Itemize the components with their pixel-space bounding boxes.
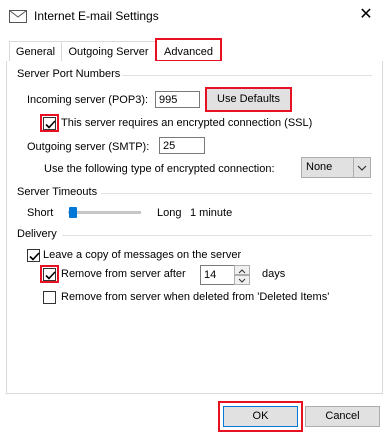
ssl-checkbox[interactable]	[43, 117, 56, 130]
chevron-down-icon	[238, 278, 246, 283]
checkmark-icon	[45, 271, 56, 280]
tab-general[interactable]: General	[9, 41, 62, 62]
timeout-long-label: Long	[157, 207, 182, 219]
remove-after-label: Remove from server after	[61, 268, 186, 280]
checkmark-icon	[45, 120, 56, 129]
encryption-type-label: Use the following type of encrypted conn…	[44, 163, 275, 175]
encryption-type-select[interactable]: None	[301, 157, 371, 178]
close-icon[interactable]: ✕	[351, 4, 381, 26]
use-defaults-button[interactable]: Use Defaults	[205, 87, 292, 112]
incoming-server-label: Incoming server (POP3):	[27, 94, 149, 106]
tab-outgoing-server[interactable]: Outgoing Server	[61, 41, 156, 62]
chevron-up-icon	[238, 269, 246, 274]
days-increase-button[interactable]	[234, 265, 250, 275]
remove-deleted-checkbox[interactable]	[43, 291, 56, 304]
advanced-panel	[6, 61, 383, 394]
outgoing-server-port-input[interactable]: 25	[159, 137, 205, 154]
incoming-server-port-input[interactable]: 995	[155, 91, 200, 108]
mail-icon	[9, 10, 27, 23]
server-timeouts-heading: Server Timeouts	[17, 186, 98, 198]
chevron-down-icon	[353, 158, 370, 177]
ssl-label: This server requires an encrypted connec…	[61, 117, 313, 129]
remove-after-checkbox[interactable]	[43, 268, 56, 281]
timeout-slider-track[interactable]	[68, 211, 141, 214]
days-label: days	[262, 268, 286, 280]
section-divider	[122, 75, 372, 76]
ok-button[interactable]: OK	[223, 406, 298, 427]
section-divider	[101, 193, 372, 194]
leave-copy-checkbox[interactable]	[27, 249, 40, 262]
server-port-numbers-heading: Server Port Numbers	[17, 68, 121, 80]
outgoing-server-label: Outgoing server (SMTP):	[27, 141, 150, 153]
encryption-type-value: None	[306, 161, 333, 173]
checkmark-icon	[29, 252, 40, 261]
timeout-short-label: Short	[27, 207, 54, 219]
section-divider	[62, 235, 372, 236]
timeout-slider-thumb[interactable]	[69, 207, 77, 218]
tab-advanced[interactable]: Advanced	[155, 38, 222, 62]
remove-deleted-label: Remove from server when deleted from 'De…	[61, 291, 330, 303]
window-title: Internet E-mail Settings	[34, 9, 159, 23]
timeout-value: 1 minute	[190, 207, 233, 219]
days-decrease-button[interactable]	[234, 275, 250, 285]
cancel-button[interactable]: Cancel	[305, 406, 380, 427]
delivery-heading: Delivery	[17, 228, 57, 240]
remove-after-days-input[interactable]: 14	[200, 265, 235, 285]
leave-copy-label: Leave a copy of messages on the server	[43, 249, 242, 261]
